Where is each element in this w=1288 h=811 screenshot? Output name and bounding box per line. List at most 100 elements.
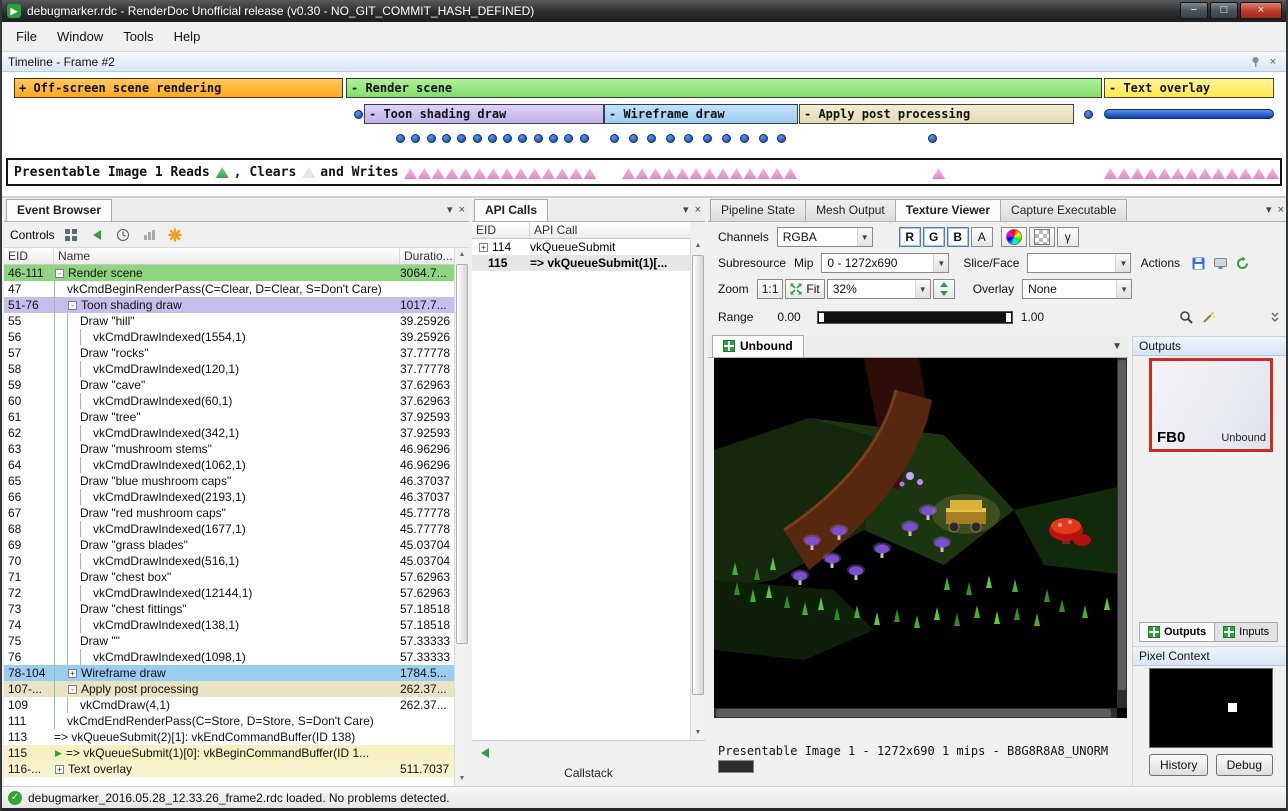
draw-dot[interactable] [518,134,527,143]
write-marker-triangle[interactable] [583,168,596,179]
write-marker-triangle[interactable] [649,168,662,179]
event-row[interactable]: 109vkCmdDraw(4,1)262.37... [4,697,454,713]
write-marker-triangle[interactable] [663,168,676,179]
sliceface-select[interactable]: ▼ [1027,253,1131,273]
minimize-button[interactable]: − [1180,2,1208,19]
inputs-tab[interactable]: Inputs [1214,622,1278,642]
write-marker-triangle[interactable] [542,168,555,179]
menu-file[interactable]: File [6,24,47,49]
event-row[interactable]: 47vkCmdBeginRenderPass(C=Clear, D=Clear,… [4,281,454,297]
time-draws-clock-icon[interactable] [113,225,133,245]
write-marker-triangle[interactable] [501,168,514,179]
flip-y-button[interactable] [933,279,955,299]
draw-dot[interactable] [442,134,451,143]
expander-icon[interactable]: + [55,765,64,774]
texture-display[interactable] [714,358,1127,718]
event-row[interactable]: 116-...+Text overlay511.7037 [4,761,454,777]
timeline-bar[interactable]: - Toon shading draw [364,104,604,124]
outputs-tab[interactable]: Outputs [1139,622,1215,642]
mip-select[interactable]: 0 - 1272x690 ▼ [821,253,949,273]
write-marker-triangle[interactable] [717,168,730,179]
write-marker-triangle[interactable] [1158,168,1171,179]
colorwheel-button[interactable] [1001,227,1027,247]
timeline-bar[interactable]: + Off-screen scene rendering [14,78,343,98]
event-row[interactable]: 115▶=> vkQueueSubmit(1)[0]: vkBeginComma… [4,745,454,761]
write-marker-triangle[interactable] [514,168,527,179]
timeline-bar[interactable]: - Apply post processing [799,104,1074,124]
draw-dot[interactable] [457,134,466,143]
event-row[interactable]: 55Draw "hill"39.25926 [4,313,454,329]
write-marker-triangle[interactable] [570,168,583,179]
col-eid[interactable]: EID [472,222,530,238]
draw-dot[interactable] [722,134,731,143]
zoom-1to1-button[interactable]: 1:1 [757,279,784,299]
channel-r-button[interactable]: R [899,227,921,247]
write-marker-triangle[interactable] [404,168,417,179]
range-min-value[interactable]: 0.00 [777,310,800,324]
write-marker-triangle[interactable] [1131,168,1144,179]
write-marker-triangle[interactable] [1239,168,1252,179]
close-icon[interactable]: × [459,204,465,216]
scroll-down-icon[interactable]: ▼ [455,772,469,786]
draw-dot[interactable] [647,134,656,143]
write-marker-triangle[interactable] [1185,168,1198,179]
event-row[interactable]: 78-104+Wireframe draw1784.5... [4,665,454,681]
toolbar-overflow-icon[interactable] [1270,310,1280,324]
close-icon[interactable]: × [695,204,701,216]
timeline-bar[interactable]: - Render scene [346,78,1102,98]
draw-dot[interactable] [740,134,749,143]
col-eid[interactable]: EID [4,248,54,264]
dropdown-icon[interactable]: ▾ [683,203,689,216]
scroll-up-icon[interactable]: ▲ [691,239,705,253]
refresh-icon[interactable] [1232,253,1252,273]
write-marker-triangle[interactable] [703,168,716,179]
pixel-context-view[interactable] [1149,668,1273,748]
write-marker-triangle[interactable] [636,168,649,179]
event-row[interactable]: 65Draw "blue mushroom caps"46.37037 [4,473,454,489]
checker-background-button[interactable] [1029,227,1055,247]
timeline-bar[interactable]: - Text overlay [1104,78,1274,98]
write-marker-triangle[interactable] [1226,168,1239,179]
draw-dot[interactable] [396,134,405,143]
draw-dot[interactable] [629,134,638,143]
close-button[interactable]: × [1240,2,1282,19]
api-calls-scrollbar[interactable]: ▲ ▼ [690,239,705,740]
event-row[interactable]: 59Draw "cave"37.62963 [4,377,454,393]
draw-dot[interactable] [427,134,436,143]
save-texture-icon[interactable] [1188,253,1208,273]
expander-icon[interactable]: + [479,243,488,252]
write-marker-triangle[interactable] [1104,168,1117,179]
write-marker-triangle[interactable] [690,168,703,179]
timeline-canvas[interactable]: Presentable Image 1 Reads , Clears and W… [2,72,1286,198]
tab-capture-executable[interactable]: Capture Executable [1000,199,1127,221]
maximize-button[interactable]: □ [1210,2,1238,19]
callstack-goto-icon[interactable] [478,746,492,760]
event-row[interactable]: 63Draw "mushroom stems"46.96296 [4,441,454,457]
event-row[interactable]: 69Draw "grass blades"45.03704 [4,537,454,553]
event-row[interactable]: 74vkCmdDrawIndexed(138,1)57.18518 [4,617,454,633]
event-row[interactable]: 67Draw "red mushroom caps"45.77778 [4,505,454,521]
write-marker-triangle[interactable] [445,168,458,179]
event-row[interactable]: 107-...-Apply post processing262.37... [4,681,454,697]
write-marker-triangle[interactable] [744,168,757,179]
texture-hscrollbar[interactable] [714,708,1117,718]
event-row[interactable]: 64vkCmdDrawIndexed(1062,1)46.96296 [4,457,454,473]
write-marker-triangle[interactable] [556,168,569,179]
expander-icon[interactable]: - [68,301,77,310]
menu-tools[interactable]: Tools [113,24,163,49]
zoom-range-magnifier-icon[interactable] [1176,307,1196,327]
draw-dot[interactable] [759,134,768,143]
write-marker-triangle[interactable] [1266,168,1279,179]
open-external-icon[interactable] [1210,253,1230,273]
event-row[interactable]: 61Draw "tree"37.92593 [4,409,454,425]
event-browser-scrollbar[interactable]: ▲ ▼ [454,248,469,786]
channels-select[interactable]: RGBA ▼ [777,227,873,247]
event-row[interactable]: 75Draw ""57.33333 [4,633,454,649]
event-row[interactable]: 72vkCmdDrawIndexed(12144,1)57.62963 [4,585,454,601]
draw-dot[interactable] [928,134,937,143]
write-marker-triangle[interactable] [432,168,445,179]
draw-dot[interactable] [503,134,512,143]
scroll-down-icon[interactable]: ▼ [691,726,705,740]
draw-dot[interactable] [1084,110,1093,119]
expander-icon[interactable]: - [55,269,64,278]
